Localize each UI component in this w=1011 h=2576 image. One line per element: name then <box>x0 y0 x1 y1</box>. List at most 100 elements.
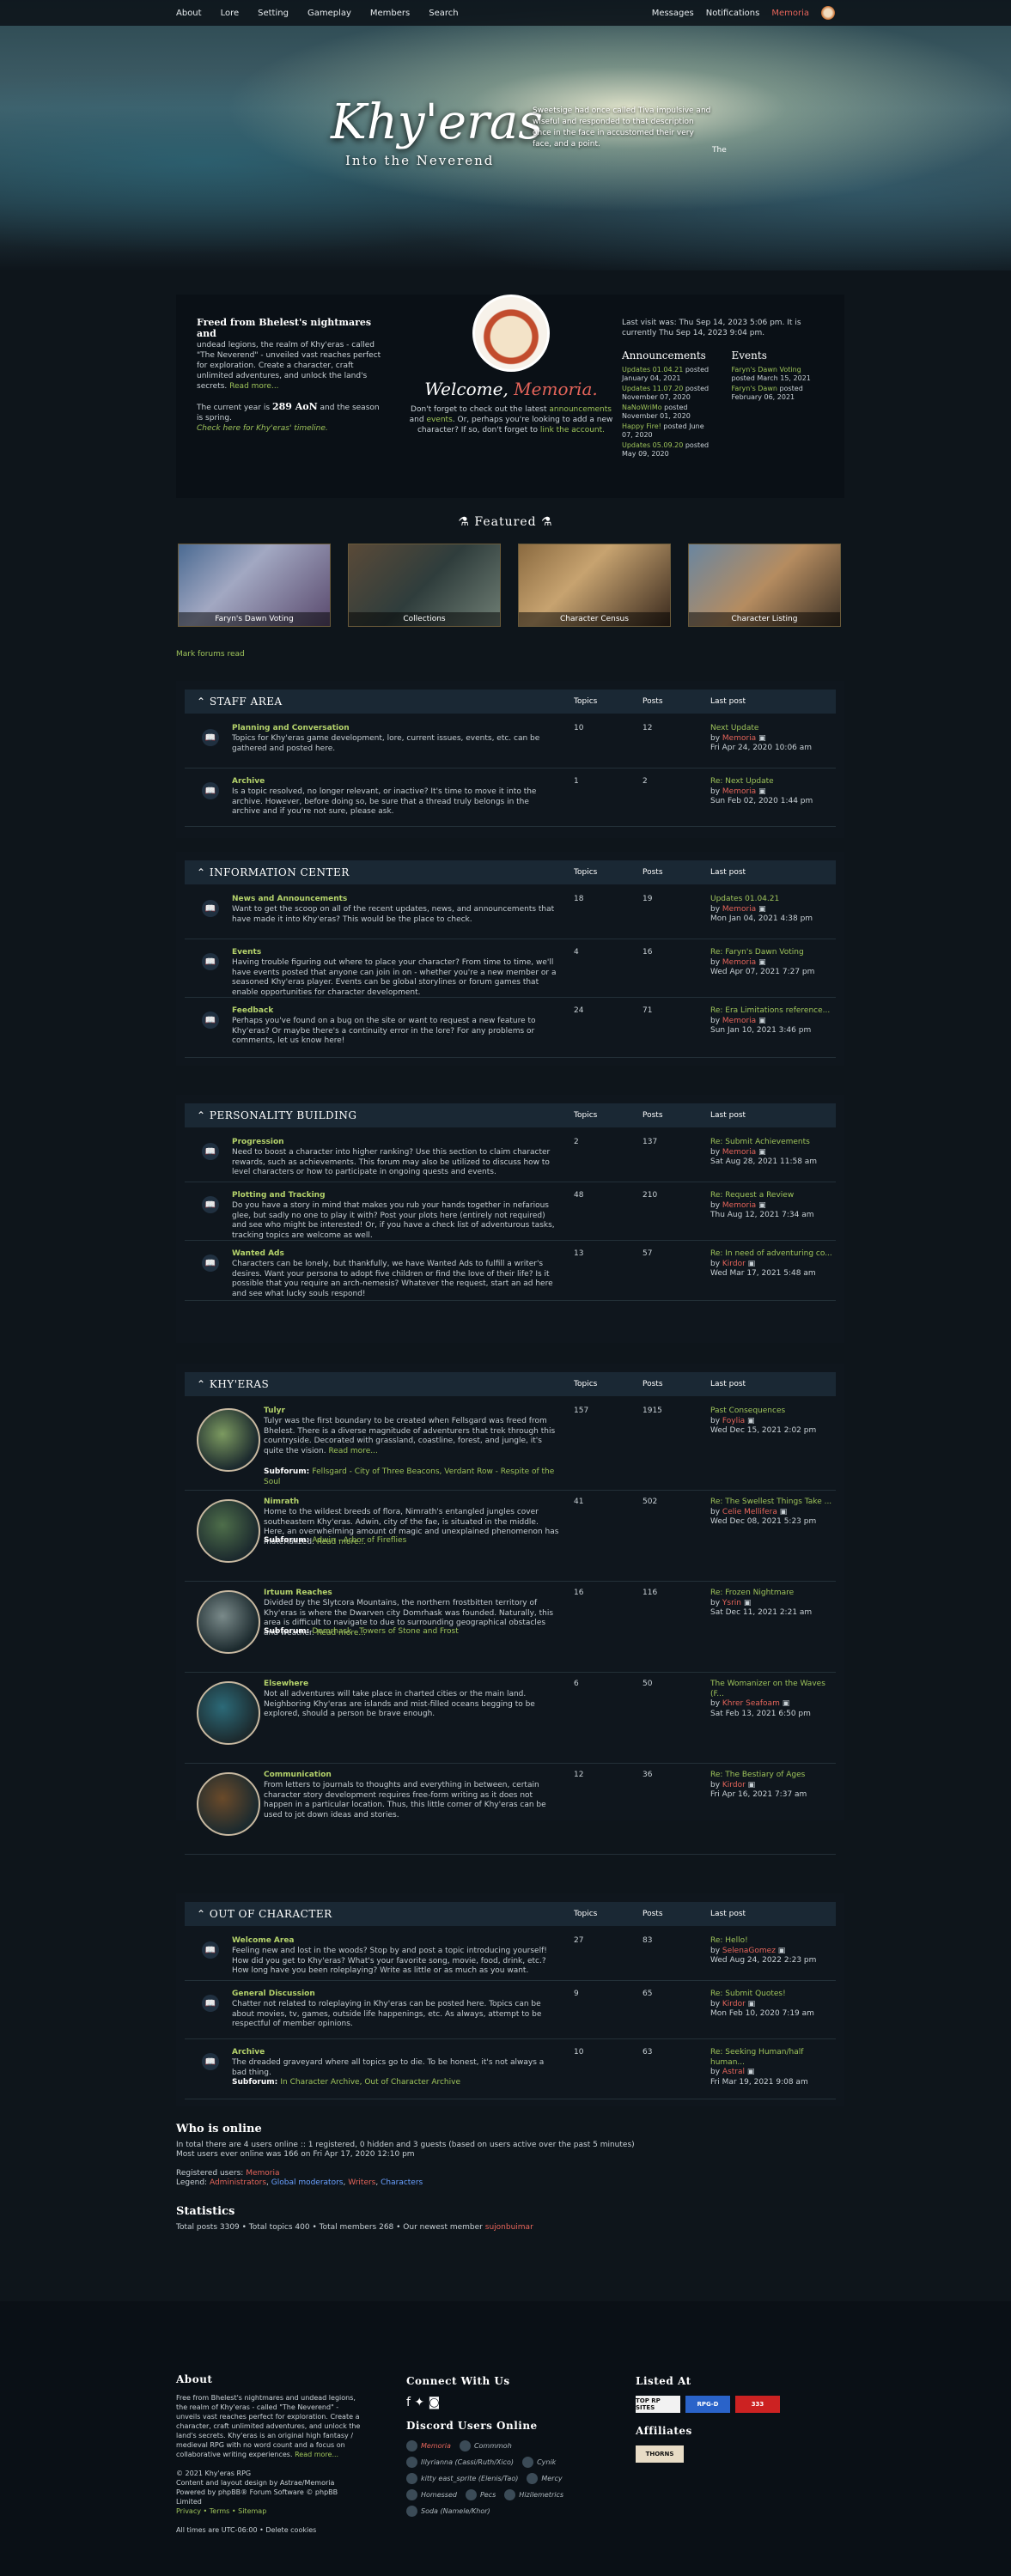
last-post-title[interactable]: Next Update <box>710 724 839 734</box>
goto-icon[interactable]: ▣ <box>745 1417 755 1425</box>
discord-icon[interactable]: ◙ <box>429 2396 441 2409</box>
announcement-link[interactable]: Faryn's Dawn Voting <box>732 366 801 374</box>
last-post-title[interactable]: Updates 01.04.21 <box>710 895 839 905</box>
online-user[interactable]: Memoria <box>246 2169 279 2178</box>
last-post-author[interactable]: Memoria <box>722 787 756 796</box>
announcement-link[interactable]: Updates 01.04.21 <box>622 366 683 374</box>
last-post-title[interactable]: Re: The Swellest Things Take ... <box>710 1498 839 1508</box>
announcement-link[interactable]: Faryn's Dawn <box>732 385 777 392</box>
goto-icon[interactable]: ▣ <box>746 2000 756 2008</box>
last-post-title[interactable]: The Womanizer on the Waves (F... <box>710 1680 839 1699</box>
category-title[interactable]: ⌃ PERSONALITY BUILDING <box>197 1109 357 1121</box>
forum-title[interactable]: Tulyr <box>264 1406 285 1415</box>
nav-setting[interactable]: Setting <box>258 9 289 18</box>
last-post-title[interactable]: Re: Submit Quotes! <box>710 1990 839 2000</box>
announcement-link[interactable]: NaNoWriMo <box>622 404 662 411</box>
last-post-author[interactable]: Memoria <box>722 905 756 914</box>
discord-user[interactable]: Cynik <box>522 2457 556 2468</box>
last-post-author[interactable]: SelenaGomez <box>722 1947 776 1955</box>
featured-card[interactable]: Faryn's Dawn Voting <box>178 544 331 627</box>
last-post-title[interactable]: Re: Next Update <box>710 777 839 787</box>
listing-badge[interactable]: RPG-D <box>685 2396 730 2413</box>
announcement-link[interactable]: Updates 05.09.20 <box>622 441 683 449</box>
announcement-link[interactable]: Updates 11.07.20 <box>622 385 683 392</box>
listing-badge[interactable]: TOP RP SITES <box>636 2396 680 2413</box>
nav-gameplay[interactable]: Gameplay <box>308 9 351 18</box>
forum-title[interactable]: Nimrath <box>264 1498 299 1506</box>
forum-title[interactable]: Progression <box>232 1138 284 1146</box>
forum-title[interactable]: Planning and Conversation <box>232 724 350 732</box>
discord-user[interactable]: Pecs <box>465 2489 496 2500</box>
last-post-author[interactable]: Memoria <box>722 1017 756 1025</box>
last-post-author[interactable]: Kirdor <box>722 1260 746 1268</box>
last-post-author[interactable]: Memoria <box>722 1201 756 1210</box>
discord-user[interactable]: Soda (Namele/Khor) <box>406 2506 490 2517</box>
forum-title[interactable]: Archive <box>232 2048 265 2057</box>
forum-title[interactable]: Irtuum Reaches <box>264 1589 332 1597</box>
forum-title[interactable]: Archive <box>232 777 265 786</box>
forum-title[interactable]: Feedback <box>232 1006 273 1015</box>
featured-card[interactable]: Character Listing <box>688 544 841 627</box>
mark-forums-read[interactable]: Mark forums read <box>176 650 245 659</box>
discord-user[interactable]: Mercy <box>527 2473 563 2484</box>
goto-icon[interactable]: ▣ <box>741 1599 752 1607</box>
forum-thumbnail[interactable] <box>197 1499 260 1563</box>
discord-user[interactable]: Memoria <box>406 2440 451 2451</box>
subforum-link[interactable]: Out of Character Archive <box>364 2078 460 2087</box>
forum-title[interactable]: General Discussion <box>232 1990 315 1998</box>
discord-user[interactable]: Commmoh <box>459 2440 512 2451</box>
goto-icon[interactable]: ▣ <box>756 787 766 796</box>
goto-icon[interactable]: ▣ <box>746 1260 756 1268</box>
last-post-author[interactable]: Khrer Seafoam <box>722 1699 780 1708</box>
last-post-title[interactable]: Re: The Bestiary of Ages <box>710 1771 839 1781</box>
newest-member[interactable]: sujonbuimar <box>485 2223 533 2232</box>
forum-title[interactable]: Communication <box>264 1771 332 1779</box>
goto-icon[interactable]: ▣ <box>756 958 766 967</box>
footer-links[interactable]: Privacy • Terms • Sitemap <box>176 2506 361 2516</box>
discord-user[interactable]: Hizilemetrics <box>504 2489 563 2500</box>
avatar[interactable] <box>821 6 835 20</box>
last-post-author[interactable]: Celie Mellifera <box>722 1508 777 1516</box>
nav-about[interactable]: About <box>176 9 202 18</box>
last-post-author[interactable]: Memoria <box>722 958 756 967</box>
last-post-title[interactable]: Re: Submit Achievements <box>710 1138 839 1148</box>
link-account-link[interactable]: link the account. <box>540 426 605 434</box>
featured-card[interactable]: Collections <box>348 544 501 627</box>
last-post-author[interactable]: Memoria <box>722 1148 756 1157</box>
last-post-title[interactable]: Re: Request a Review <box>710 1191 839 1201</box>
goto-icon[interactable]: ▣ <box>780 1699 790 1708</box>
last-post-title[interactable]: Re: Faryn's Dawn Voting <box>710 948 839 958</box>
announcement-link[interactable]: Happy Fire! <box>622 422 661 430</box>
goto-icon[interactable]: ▣ <box>776 1947 786 1955</box>
subforum-link[interactable]: Adwin - Arbor of Fireflies <box>312 1536 406 1545</box>
last-post-author[interactable]: Ysrin <box>722 1599 741 1607</box>
subforum-link[interactable]: Domrhask - Towers of Stone and Frost <box>312 1627 458 1636</box>
forum-title[interactable]: Plotting and Tracking <box>232 1191 326 1200</box>
about-more-link[interactable]: Read more... <box>295 2451 338 2458</box>
events-link[interactable]: events <box>426 416 452 424</box>
last-post-author[interactable]: Kirdor <box>722 2000 746 2008</box>
discord-user[interactable]: kitty east_sprite (Elenis/Tao) <box>406 2473 518 2484</box>
announcements-link[interactable]: announcements <box>549 405 612 414</box>
last-post-title[interactable]: Re: Era Limitations reference... <box>710 1006 839 1017</box>
listing-badge[interactable]: 333 <box>735 2396 780 2413</box>
read-more-link[interactable]: Read more... <box>328 1447 377 1455</box>
last-post-author[interactable]: Kirdor <box>722 1781 746 1789</box>
nav-notifications[interactable]: Notifications <box>706 9 760 18</box>
nav-messages[interactable]: Messages <box>652 9 694 18</box>
facebook-icon[interactable]: f <box>406 2396 411 2409</box>
last-post-title[interactable]: Past Consequences <box>710 1406 839 1417</box>
goto-icon[interactable]: ▣ <box>756 1017 766 1025</box>
discord-user[interactable]: Homessed <box>406 2489 457 2500</box>
goto-icon[interactable]: ▣ <box>756 734 766 743</box>
nav-lore[interactable]: Lore <box>221 9 240 18</box>
last-post-author[interactable]: Astral <box>722 2068 745 2076</box>
forum-title[interactable]: Elsewhere <box>264 1680 308 1688</box>
nav-user[interactable]: Memoria <box>771 9 809 18</box>
discord-user[interactable]: Illyrianna (Cassi/Ruth/Xico) <box>406 2457 514 2468</box>
category-title[interactable]: ⌃ INFORMATION CENTER <box>197 866 350 878</box>
last-post-author[interactable]: Memoria <box>722 734 756 743</box>
goto-icon[interactable]: ▣ <box>777 1508 788 1516</box>
last-post-title[interactable]: Re: Seeking Human/half human... <box>710 2048 839 2068</box>
goto-icon[interactable]: ▣ <box>745 2068 755 2076</box>
